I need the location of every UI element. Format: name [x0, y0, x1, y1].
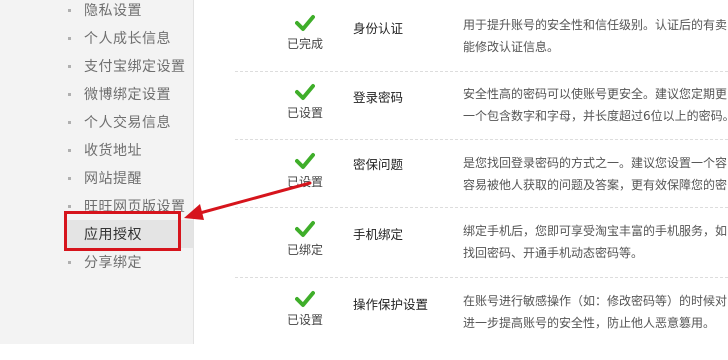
setting-name: 密保问题 — [353, 157, 404, 172]
setting-description: 安全性高的密码可以使账号更安全。建议您定期更 一个包含数字和字母，并长度超过6位… — [463, 83, 728, 127]
setting-description: 绑定手机后，您即可享受淘宝丰富的手机服务，如 找回密码、开通手机动态密码等。 — [463, 220, 728, 264]
sidebar-item-alipay[interactable]: 支付宝绑定设置 — [0, 52, 192, 80]
row-divider — [235, 139, 728, 140]
description-line: 找回密码、开通手机动态密码等。 — [463, 246, 644, 260]
status-text: 已设置 — [286, 106, 323, 120]
description-line: 在账号进行敏感操作（如：修改密码等）的时候对 — [463, 294, 728, 308]
sidebar-item-label: 隐私设置 — [84, 3, 142, 19]
security-row-login-password: 已设置 登录密码 安全性高的密码可以使账号更安全。建议您定期更 一个包含数字和字… — [235, 83, 728, 153]
sidebar-item-weibo[interactable]: 微博绑定设置 — [0, 80, 192, 108]
sidebar-item-label: 支付宝绑定设置 — [84, 59, 186, 75]
status-indicator: 已完成 — [275, 14, 335, 52]
description-line: 容易被他人获取的问题及答案，更有效保障您的密 — [463, 178, 728, 192]
check-icon — [295, 84, 315, 100]
check-icon — [295, 291, 315, 307]
description-line: 安全性高的密码可以使账号更安全。建议您定期更 — [463, 87, 728, 101]
sidebar-item-label: 分享绑定 — [84, 255, 142, 271]
security-row-security-question: 已设置 密保问题 是您找回登录密码的方式之一。建议您设置一个容 容易被他人获取的… — [235, 152, 728, 222]
description-line: 用于提升账号的安全性和信任级别。认证后的有卖 — [463, 18, 728, 32]
bullet-icon — [68, 9, 71, 12]
sidebar-item-growth[interactable]: 个人成长信息 — [0, 24, 192, 52]
bullet-icon — [68, 121, 71, 124]
sidebar-item-privacy[interactable]: 隐私设置 — [0, 0, 192, 24]
status-text: 已完成 — [286, 37, 323, 51]
row-divider — [235, 71, 728, 72]
row-divider — [235, 207, 728, 208]
row-divider — [235, 277, 728, 278]
status-text: 已设置 — [286, 175, 323, 189]
status-indicator: 已设置 — [275, 83, 335, 121]
description-line: 绑定手机后，您即可享受淘宝丰富的手机服务，如 — [463, 224, 728, 238]
bullet-icon — [68, 177, 71, 180]
status-indicator: 已设置 — [275, 290, 335, 328]
bullet-icon — [68, 261, 71, 264]
bullet-icon — [68, 149, 71, 152]
setting-description: 在账号进行敏感操作（如：修改密码等）的时候对 进一步提高账号的安全性，防止他人恶… — [463, 290, 728, 334]
bullet-icon — [68, 65, 71, 68]
check-icon — [295, 15, 315, 31]
settings-sidebar: 隐私设置 个人成长信息 支付宝绑定设置 微博绑定设置 个人交易信息 收货地址 网… — [0, 0, 194, 344]
bullet-icon — [68, 93, 71, 96]
sidebar-item-site-reminder[interactable]: 网站提醒 — [0, 164, 192, 192]
sidebar-item-share-binding[interactable]: 分享绑定 — [0, 248, 192, 276]
description-line: 能修改认证信息。 — [463, 40, 560, 54]
sidebar-item-label: 应用授权 — [84, 227, 142, 243]
status-text: 已设置 — [286, 313, 323, 327]
sidebar-item-label: 旺旺网页版设置 — [84, 199, 186, 215]
setting-name: 操作保护设置 — [353, 297, 429, 312]
sidebar-item-label: 收货地址 — [84, 143, 142, 159]
description-line: 一个包含数字和字母，并长度超过6位以上的密码。 — [463, 109, 728, 123]
setting-description: 用于提升账号的安全性和信任级别。认证后的有卖 能修改认证信息。 — [463, 14, 728, 58]
status-indicator: 已设置 — [275, 152, 335, 190]
sidebar-item-address[interactable]: 收货地址 — [0, 136, 192, 164]
check-icon — [295, 221, 315, 237]
bullet-icon — [68, 205, 71, 208]
security-row-phone-binding: 已绑定 手机绑定 绑定手机后，您即可享受淘宝丰富的手机服务，如 找回密码、开通手… — [235, 220, 728, 290]
security-row-identity: 已完成 身份认证 用于提升账号的安全性和信任级别。认证后的有卖 能修改认证信息。 — [235, 14, 728, 84]
sidebar-item-wangwang-web[interactable]: 旺旺网页版设置 — [0, 192, 192, 220]
security-row-operation-protection: 已设置 操作保护设置 在账号进行敏感操作（如：修改密码等）的时候对 进一步提高账… — [235, 290, 728, 360]
bullet-icon — [68, 37, 71, 40]
description-line: 是您找回登录密码的方式之一。建议您设置一个容 — [463, 156, 728, 170]
sidebar-item-label: 微博绑定设置 — [84, 87, 171, 103]
setting-description: 是您找回登录密码的方式之一。建议您设置一个容 容易被他人获取的问题及答案，更有效… — [463, 152, 728, 196]
setting-name: 登录密码 — [353, 90, 404, 105]
sidebar-item-label: 网站提醒 — [84, 171, 142, 187]
status-text: 已绑定 — [286, 243, 323, 257]
setting-name: 身份认证 — [353, 21, 404, 36]
sidebar-item-label: 个人交易信息 — [84, 115, 171, 131]
status-indicator: 已绑定 — [275, 220, 335, 258]
sidebar-item-label: 个人成长信息 — [84, 31, 171, 47]
setting-name: 手机绑定 — [353, 227, 404, 242]
sidebar-item-trade-info[interactable]: 个人交易信息 — [0, 108, 192, 136]
description-line: 进一步提高账号的安全性，防止他人恶意篡用。 — [463, 316, 716, 330]
check-icon — [295, 153, 315, 169]
sidebar-item-app-authorization[interactable]: 应用授权 — [66, 220, 193, 248]
